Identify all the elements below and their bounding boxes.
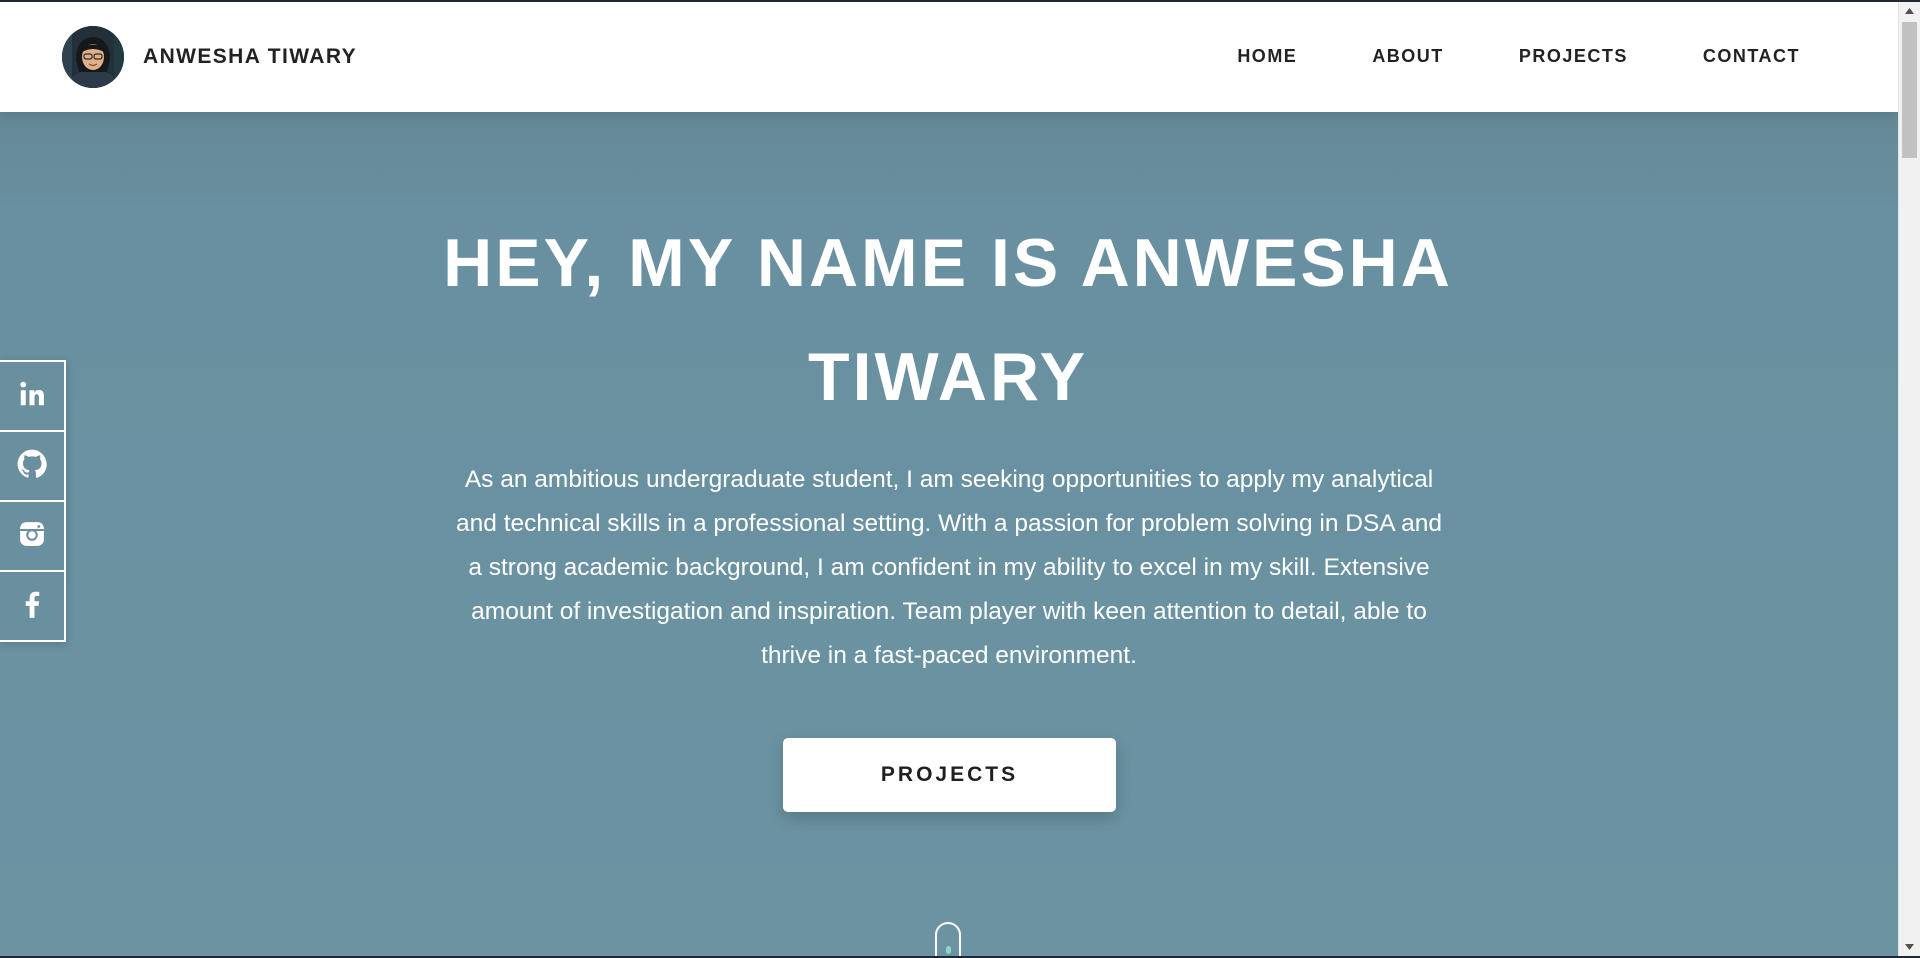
linkedin-icon [17,379,47,414]
scroll-down-arrow-icon[interactable] [1899,938,1920,956]
avatar [62,26,124,88]
linkedin-link[interactable] [0,362,64,432]
github-icon [17,449,47,484]
hero-title-line-2: TIWARY [808,339,1088,415]
projects-button[interactable]: PROJECTS [783,738,1116,812]
scroll-up-arrow-icon[interactable] [1899,2,1920,20]
hero-section: HEY, MY NAME IS ANWESHA TIWARY As an amb… [0,112,1898,956]
hero-title-line-1: HEY, MY NAME IS ANWESHA [443,225,1453,301]
scroll-down-mouse-icon[interactable] [935,922,961,956]
facebook-link[interactable] [0,572,64,640]
hero-description: As an ambitious undergraduate student, I… [456,466,1442,669]
nav-projects-link[interactable]: PROJECTS [1519,46,1628,67]
brand-link[interactable]: ANWESHA TIWARY [62,26,357,88]
scroll-indicator-dot [946,946,951,954]
instagram-link[interactable] [0,502,64,572]
nav-contact-link[interactable]: CONTACT [1703,46,1800,67]
nav-about-link[interactable]: ABOUT [1372,46,1444,67]
github-link[interactable] [0,432,64,502]
instagram-icon [17,519,47,554]
site-header: ANWESHA TIWARY HOME ABOUT PROJECTS CONTA… [0,2,1898,112]
main-nav: HOME ABOUT PROJECTS CONTACT [1162,46,1800,67]
social-sidebar [0,360,66,642]
page-scrollbar[interactable] [1898,2,1920,956]
facebook-icon [17,587,47,626]
nav-home-link[interactable]: HOME [1237,46,1297,67]
hero-title: HEY, MY NAME IS ANWESHA TIWARY [390,206,1506,434]
brand-name: ANWESHA TIWARY [143,45,358,68]
browser-viewport: ANWESHA TIWARY HOME ABOUT PROJECTS CONTA… [0,2,1920,956]
scrollbar-thumb[interactable] [1902,22,1917,158]
